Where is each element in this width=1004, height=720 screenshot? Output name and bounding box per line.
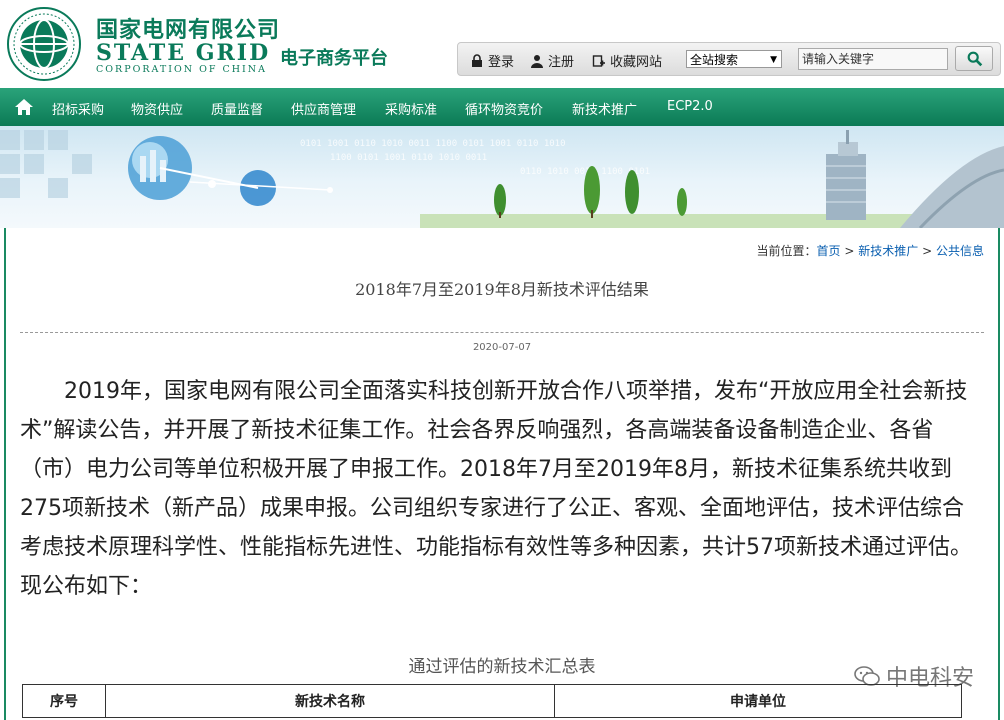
nav-item-quality[interactable]: 质量监督 (211, 99, 263, 118)
breadcrumb-public-info[interactable]: 公共信息 (936, 244, 984, 258)
bookmark-link[interactable]: 收藏网站 (592, 51, 662, 70)
register-label: 注册 (548, 55, 575, 70)
new-tech-table: 序号 新技术名称 申请单位 (22, 684, 962, 718)
platform-title: 电子商务平台 (280, 48, 388, 69)
breadcrumb-separator: > (844, 244, 855, 258)
article-body: 2019年，国家电网有限公司全面落实科技创新开放合作八项举措，发布“开放应用全社… (20, 379, 972, 599)
banner-illustration: 0101 1001 0110 1010 0011 1100 0101 1001 … (0, 130, 1004, 228)
nav-item-supplier[interactable]: 供应商管理 (291, 99, 356, 118)
bookmark-label: 收藏网站 (610, 55, 663, 70)
chevron-down-icon: ▼ (770, 55, 777, 65)
main-nav: 招标采购 物资供应 质量监督 供应商管理 采购标准 循环物资竞价 新技术推广 E… (0, 88, 1004, 126)
nav-item-standards[interactable]: 采购标准 (385, 99, 437, 118)
search-icon (967, 51, 983, 67)
logo-english-subtitle: CORPORATION OF CHINA (96, 64, 267, 75)
state-grid-globe-logo-icon[interactable] (6, 6, 82, 82)
col-header-tech-name: 新技术名称 (105, 684, 555, 718)
bookmark-add-icon (592, 54, 605, 67)
top-toolbar: 登录 注册 收藏网站 全站搜索 ▼ 请输入关键字 (457, 42, 1001, 76)
breadcrumb: 当前位置：首页 > 新技术推广 > 公共信息 (757, 242, 985, 259)
col-header-applicant: 申请单位 (554, 684, 962, 718)
breadcrumb-separator: > (922, 244, 933, 258)
search-scope-value: 全站搜索 (690, 53, 739, 67)
svg-text:1100 0101 1001 0110 1010 0011: 1100 0101 1001 0110 1010 0011 (330, 153, 487, 163)
search-input[interactable]: 请输入关键字 (798, 48, 948, 70)
breadcrumb-new-tech[interactable]: 新技术推广 (858, 244, 918, 258)
search-button[interactable] (955, 46, 993, 71)
table-header-row: 序号 新技术名称 申请单位 (22, 684, 962, 718)
breadcrumb-prefix: 当前位置： (756, 244, 817, 258)
nav-item-new-tech[interactable]: 新技术推广 (572, 99, 637, 118)
article-date: 2020-07-07 (472, 342, 532, 353)
nav-item-recycle-bidding[interactable]: 循环物资竞价 (465, 99, 543, 118)
site-header: 国家电网有限公司 STATE GRID CORPORATION OF CHINA… (0, 0, 1004, 88)
nav-item-bidding[interactable]: 招标采购 (52, 99, 104, 118)
logo-english-name: STATE GRID (96, 40, 271, 66)
nav-item-ecp[interactable]: ECP2.0 (667, 99, 713, 114)
article-panel: 当前位置：首页 > 新技术推广 > 公共信息 2018年7月至2019年8月新技… (4, 228, 1000, 720)
col-header-index: 序号 (22, 684, 106, 718)
home-icon[interactable] (14, 97, 34, 117)
login-label: 登录 (488, 55, 515, 70)
svg-text:0101 1001 0110 1010 0011 1100: 0101 1001 0110 1010 0011 1100 0101 1001 … (300, 139, 566, 149)
register-link[interactable]: 注册 (530, 51, 574, 70)
banner-image: 0101 1001 0110 1010 0011 1100 0101 1001 … (0, 126, 1004, 228)
title-divider (20, 332, 984, 333)
search-scope-select[interactable]: 全站搜索 ▼ (686, 50, 782, 68)
article-title: 2018年7月至2019年8月新技术评估结果 (355, 280, 649, 299)
login-link[interactable]: 登录 (470, 51, 514, 70)
user-icon (531, 54, 543, 68)
lock-icon (472, 53, 482, 67)
nav-item-supply[interactable]: 物资供应 (131, 99, 183, 118)
breadcrumb-home[interactable]: 首页 (817, 244, 841, 258)
table-caption: 通过评估的新技术汇总表 (408, 657, 596, 677)
